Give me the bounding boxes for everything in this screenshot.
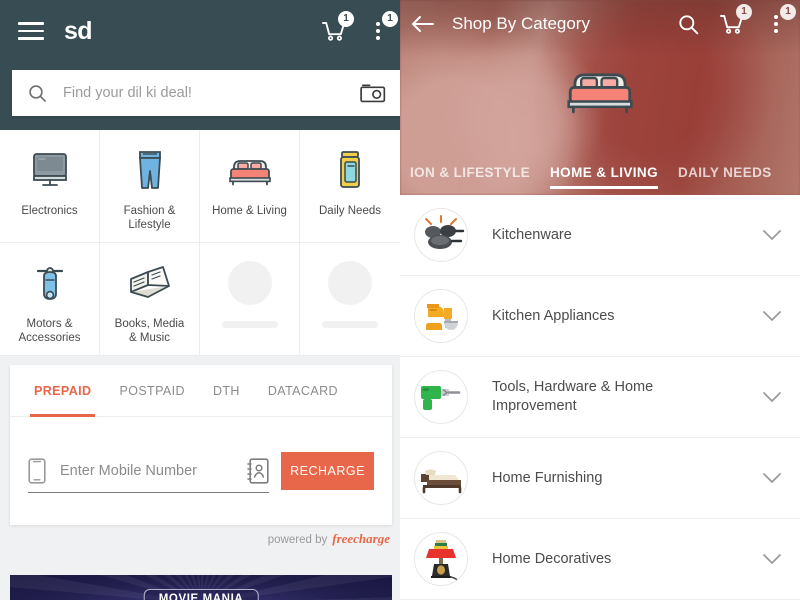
category-tile-home-living[interactable]: Home & Living <box>200 130 300 243</box>
placeholder-icon <box>227 261 272 305</box>
category-topbar-actions: 1 1 <box>666 2 800 46</box>
mobile-number-field[interactable] <box>28 449 269 493</box>
recharge-tabs: PREPAID POSTPAID DTH DATACARD <box>10 365 392 417</box>
placeholder-label-bar <box>221 321 278 328</box>
category-tile-fashion-lifestyle[interactable]: Fashion & Lifestyle <box>100 130 200 243</box>
category-tile-placeholder-1[interactable] <box>200 243 300 356</box>
category-hero: Shop By Category 1 1 ION & LIFESTYLE HOM… <box>400 0 800 195</box>
category-tile-motors-accessories[interactable]: Motors & Accessories <box>0 243 100 356</box>
tab-postpaid[interactable]: POSTPAID <box>105 365 198 416</box>
placeholder-label-bar <box>322 321 378 328</box>
freecharge-logo: freecharge <box>332 531 390 546</box>
cart-button[interactable]: 1 <box>312 9 356 53</box>
jar-icon <box>335 148 365 192</box>
list-item-label: Kitchenware <box>492 226 572 243</box>
category-tile-label: Motors & Accessories <box>18 318 81 344</box>
page-title: Shop By Category <box>452 14 590 33</box>
overflow-menu-icon <box>774 15 778 33</box>
chevron-down-icon[interactable] <box>762 472 782 484</box>
category-tile-label: Daily Needs <box>319 205 381 217</box>
app-screenshot: sd 1 1 Find your dil ki deal! Electronic… <box>0 0 800 600</box>
home-panel: sd 1 1 Find your dil ki deal! Electronic… <box>0 0 400 600</box>
category-tile-label: Fashion & Lifestyle <box>123 205 176 231</box>
search-icon <box>29 84 46 102</box>
overflow-badge: 1 <box>382 11 398 27</box>
list-item-home-furnishing[interactable]: Home Furnishing <box>400 438 800 519</box>
category-tile-books-media-music[interactable]: Books, Media & Music <box>100 243 200 356</box>
category-tile-electronics[interactable]: Electronics <box>0 130 100 243</box>
list-item-home-decoratives[interactable]: Home Decoratives <box>400 519 800 600</box>
category-tile-placeholder-2[interactable] <box>300 243 400 356</box>
recharge-input-row: RECHARGE <box>10 417 392 525</box>
search-input[interactable] <box>63 85 360 101</box>
overflow-badge: 1 <box>780 4 796 20</box>
camera-icon[interactable] <box>360 83 386 103</box>
hero-bed-icon <box>564 62 636 121</box>
book-icon <box>127 261 173 305</box>
category-tile-daily-needs[interactable]: Daily Needs <box>300 130 400 243</box>
chevron-down-icon[interactable] <box>762 229 782 241</box>
mobile-number-input[interactable] <box>60 462 247 479</box>
movie-mania-banner[interactable]: MOVIE MANIA <box>10 575 392 600</box>
brand-logo: sd <box>64 16 93 45</box>
cart-badge: 1 <box>736 4 752 20</box>
tab-dth[interactable]: DTH <box>199 365 254 416</box>
banner-title: MOVIE MANIA <box>143 589 259 600</box>
powered-by-freecharge: powered by freecharge <box>268 531 390 547</box>
back-arrow-icon <box>412 16 434 32</box>
power-drill-icon <box>414 370 468 424</box>
shop-by-category-panel: Shop By Category 1 1 ION & LIFESTYLE HOM… <box>400 0 800 600</box>
home-header: sd 1 1 <box>0 0 400 130</box>
recharge-button[interactable]: RECHARGE <box>281 452 374 490</box>
category-tile-label: Home & Living <box>212 205 287 217</box>
table-lamp-icon <box>414 532 468 586</box>
overflow-menu-icon <box>376 22 380 40</box>
stand-mixer-icon <box>414 289 468 343</box>
search-button[interactable] <box>666 2 710 46</box>
powered-by-label: powered by <box>267 534 328 546</box>
back-button[interactable] <box>400 1 446 47</box>
list-item-label: Kitchen Appliances <box>492 307 615 324</box>
category-topbar: Shop By Category 1 1 <box>400 0 800 48</box>
search-icon <box>678 14 698 34</box>
contacts-book-icon[interactable] <box>247 457 269 484</box>
subcategory-list: Kitchenware Kitchen Appliances Tools, Ha… <box>400 195 800 600</box>
cart-badge: 1 <box>338 11 354 27</box>
list-item-label: Tools, Hardware & Home Improvement <box>492 379 654 414</box>
chevron-down-icon[interactable] <box>762 553 782 565</box>
tab-home-living[interactable]: HOME & LIVING <box>540 149 668 195</box>
category-grid: Electronics Fashion & Lifestyle Home & L… <box>0 130 400 356</box>
list-item-tools-hardware-home-improvement[interactable]: Tools, Hardware & Home Improvement <box>400 357 800 438</box>
home-topbar-actions: 1 1 <box>312 9 400 53</box>
list-item-kitchen-appliances[interactable]: Kitchen Appliances <box>400 276 800 357</box>
cart-button[interactable]: 1 <box>710 2 754 46</box>
recharge-card: PREPAID POSTPAID DTH DATACARD Enter Mobi… <box>10 365 392 525</box>
chevron-down-icon[interactable] <box>762 391 782 403</box>
list-item-label: Home Decoratives <box>492 550 612 567</box>
search-bar[interactable] <box>12 70 400 116</box>
tab-daily-needs[interactable]: DAILY NEEDS <box>668 149 782 195</box>
tab-datacard[interactable]: DATACARD <box>254 365 352 416</box>
category-tile-label: Books, Media & Music <box>114 318 185 344</box>
monitor-icon <box>28 148 72 192</box>
bed-photo-icon <box>414 451 468 505</box>
category-tabs: ION & LIFESTYLE HOME & LIVING DAILY NEED… <box>400 149 800 195</box>
home-topbar: sd 1 1 <box>0 0 400 62</box>
overflow-menu-button[interactable]: 1 <box>356 9 400 53</box>
cookware-set-icon <box>414 208 468 262</box>
hamburger-icon[interactable] <box>18 22 44 40</box>
overflow-menu-button[interactable]: 1 <box>754 2 798 46</box>
category-tile-label: Electronics <box>21 205 78 217</box>
scooter-icon <box>30 261 70 305</box>
placeholder-icon <box>328 261 372 305</box>
bed-icon <box>227 148 273 192</box>
phone-icon <box>28 457 46 484</box>
list-item-label: Home Furnishing <box>492 469 603 486</box>
tab-fashion-lifestyle[interactable]: ION & LIFESTYLE <box>400 149 540 195</box>
list-item-kitchenware[interactable]: Kitchenware <box>400 195 800 276</box>
tab-prepaid[interactable]: PREPAID <box>20 365 105 417</box>
chevron-down-icon[interactable] <box>762 310 782 322</box>
jeans-icon <box>130 148 170 192</box>
